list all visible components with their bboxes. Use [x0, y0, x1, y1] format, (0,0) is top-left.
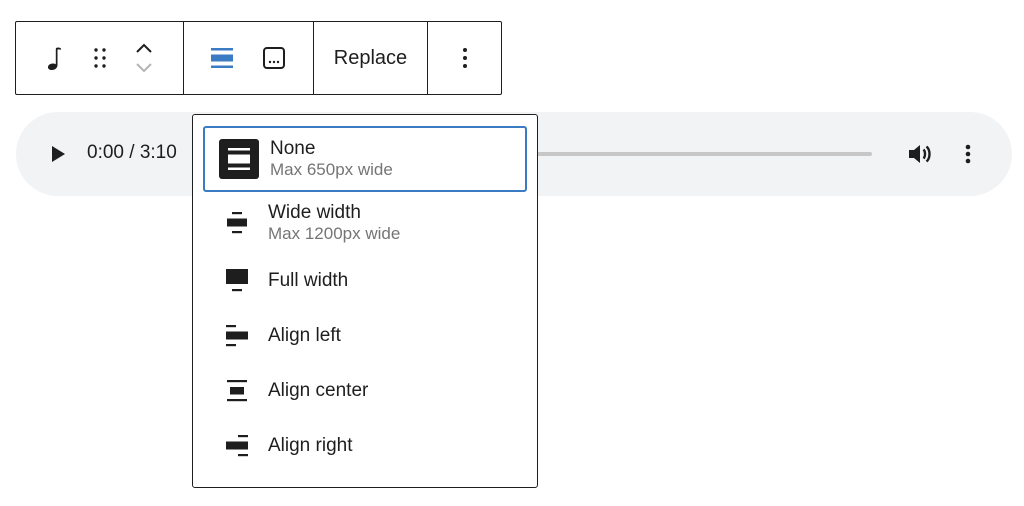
align-option-left[interactable]: Align left	[203, 310, 527, 362]
align-option-none[interactable]: None Max 650px wide	[203, 126, 527, 192]
block-toolbar: Replace	[15, 21, 502, 95]
block-controls-group	[16, 22, 184, 94]
chevron-up-icon[interactable]	[134, 41, 154, 55]
replace-button[interactable]: Replace	[334, 47, 407, 70]
align-option-label: Align left	[268, 325, 341, 346]
align-full-width-icon	[217, 261, 257, 301]
align-option-text: Wide width Max 1200px wide	[268, 202, 400, 244]
play-icon[interactable]	[48, 143, 68, 170]
volume-icon[interactable]	[907, 142, 935, 171]
align-option-text: Align left	[268, 325, 341, 347]
align-option-text: None Max 650px wide	[270, 138, 393, 180]
align-option-right[interactable]: Align right	[203, 420, 527, 472]
align-none-icon	[219, 139, 259, 179]
align-option-label: None	[270, 138, 316, 159]
align-wide-icon	[217, 203, 257, 243]
align-option-full[interactable]: Full width	[203, 255, 527, 307]
align-option-text: Align center	[268, 380, 368, 402]
align-option-description: Max 1200px wide	[268, 224, 401, 243]
progress-bar[interactable]	[534, 152, 872, 156]
time-display: 0:00 / 3:10	[87, 142, 177, 163]
align-option-text: Align right	[268, 435, 353, 457]
align-option-wide[interactable]: Wide width Max 1200px wide	[203, 193, 527, 253]
move-up-down-icon	[132, 36, 156, 80]
align-option-label: Wide width	[268, 202, 361, 223]
alignment-menu: None Max 650px wide Wide width Max 1200p…	[192, 114, 538, 488]
music-note-icon[interactable]	[42, 43, 66, 73]
align-left-icon	[217, 316, 257, 356]
align-option-description: Max 650px wide	[270, 160, 393, 179]
options-group	[428, 22, 501, 94]
align-option-label: Align center	[268, 380, 369, 401]
chevron-down-icon[interactable]	[134, 61, 154, 75]
align-option-center[interactable]: Align center	[203, 365, 527, 417]
align-option-label: Full width	[268, 270, 349, 291]
more-vertical-icon[interactable]	[963, 141, 973, 172]
align-option-text: Full width	[268, 270, 348, 292]
block-format-group	[184, 22, 314, 94]
replace-group: Replace	[314, 22, 428, 94]
align-center-icon	[217, 371, 257, 411]
align-none-icon[interactable]	[208, 43, 236, 73]
align-right-icon	[217, 426, 257, 466]
drag-handle-icon[interactable]	[88, 43, 112, 73]
align-option-label: Align right	[268, 435, 353, 456]
caption-icon[interactable]	[260, 43, 288, 73]
more-vertical-icon[interactable]	[453, 43, 477, 73]
